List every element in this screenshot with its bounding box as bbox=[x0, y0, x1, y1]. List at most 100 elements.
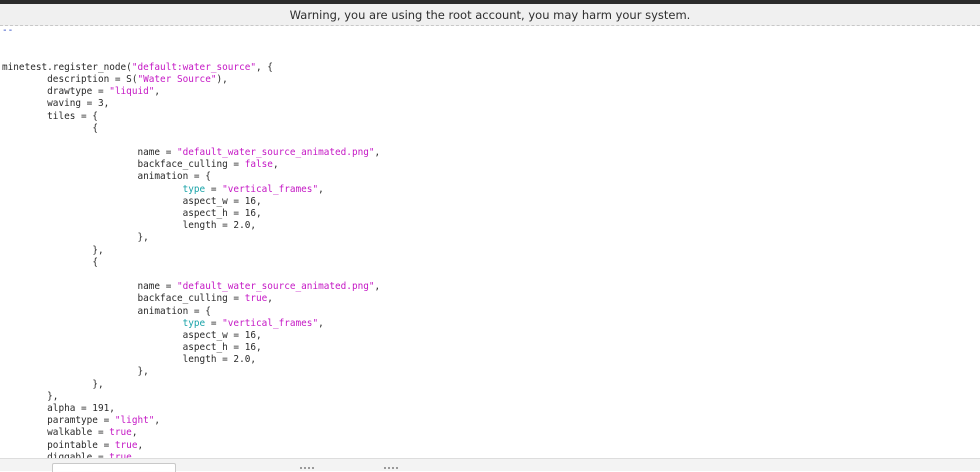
code-line: waving = 3, bbox=[2, 98, 380, 110]
code-line: animation = { bbox=[2, 306, 380, 318]
code-token: , bbox=[154, 415, 161, 427]
code-token: animation = { bbox=[2, 171, 211, 183]
code-token: , bbox=[374, 147, 381, 159]
code-token: "Water Source" bbox=[137, 73, 217, 85]
code-token: false bbox=[244, 159, 273, 171]
code-token: { bbox=[2, 122, 98, 134]
code-line: -- bbox=[2, 26, 380, 37]
code-token: aspect_w = 16, bbox=[2, 329, 262, 341]
code-token: type bbox=[182, 183, 206, 195]
code-token: = bbox=[205, 317, 223, 329]
code-line: { bbox=[2, 257, 380, 269]
code-line: animation = { bbox=[2, 171, 380, 183]
code-line: type = "vertical_frames", bbox=[2, 184, 380, 196]
code-token: walkable = bbox=[2, 427, 110, 439]
code-token: , bbox=[131, 427, 138, 439]
code-token: }, bbox=[2, 232, 149, 244]
code-token: alpha = 191, bbox=[2, 403, 115, 414]
status-field[interactable] bbox=[52, 463, 176, 472]
code-line: length = 2.0, bbox=[2, 354, 380, 366]
code-token: "light" bbox=[114, 415, 155, 427]
code-line: minetest.register_node("default:water_so… bbox=[2, 62, 380, 74]
code-line: type = "vertical_frames", bbox=[2, 318, 380, 330]
code-line: aspect_w = 16, bbox=[2, 330, 380, 342]
code-token: aspect_h = 16, bbox=[2, 208, 262, 219]
code-token: , bbox=[318, 183, 324, 195]
code-token: length = 2.0, bbox=[2, 220, 256, 232]
code-token: "liquid" bbox=[109, 86, 155, 98]
code-token: , bbox=[137, 439, 144, 451]
code-token: drawtype = bbox=[2, 86, 110, 98]
code-token: name = bbox=[2, 281, 177, 293]
code-token: ), bbox=[216, 73, 228, 85]
code-line: }, bbox=[2, 366, 380, 378]
code-token: }, bbox=[2, 244, 104, 256]
code-line: walkable = true, bbox=[2, 427, 380, 439]
code-token: backface_culling = bbox=[2, 293, 245, 305]
code-line: pointable = true, bbox=[2, 440, 380, 452]
code-token: type bbox=[182, 317, 206, 329]
code-line: }, bbox=[2, 379, 380, 391]
code-line: }, bbox=[2, 232, 380, 244]
code-line: }, bbox=[2, 391, 380, 403]
code-token: backface_culling = bbox=[2, 159, 245, 171]
code-token: aspect_h = 16, bbox=[2, 342, 262, 354]
code-editor[interactable]: -- Liquids--minetest.register_node("defa… bbox=[0, 26, 980, 458]
code-token: }, bbox=[2, 390, 59, 402]
code-token: , { bbox=[256, 61, 273, 73]
code-token: { bbox=[2, 256, 98, 268]
code-token: -- bbox=[2, 26, 14, 37]
code-token: , bbox=[267, 293, 273, 305]
code-text-area[interactable]: -- Liquids--minetest.register_node("defa… bbox=[2, 26, 380, 458]
code-line: length = 2.0, bbox=[2, 220, 380, 232]
code-token: paramtype = bbox=[2, 415, 115, 427]
code-token: true bbox=[109, 427, 132, 439]
code-token: , bbox=[154, 86, 161, 98]
code-token: animation = { bbox=[2, 305, 211, 317]
root-warning-text: Warning, you are using the root account,… bbox=[289, 7, 691, 22]
code-line: aspect_w = 16, bbox=[2, 196, 380, 208]
code-line: alpha = 191, bbox=[2, 403, 380, 415]
code-token: name = bbox=[2, 147, 177, 159]
code-token: true bbox=[114, 439, 138, 451]
code-token: "default_water_source_animated.png" bbox=[176, 281, 375, 293]
code-token: length = 2.0, bbox=[2, 354, 256, 366]
code-line: backface_culling = true, bbox=[2, 293, 380, 305]
code-line: paramtype = "light", bbox=[2, 415, 380, 427]
status-grip-icon bbox=[300, 467, 314, 469]
code-token: , bbox=[318, 317, 324, 329]
code-token: pointable = bbox=[2, 439, 115, 451]
code-token: , bbox=[374, 281, 381, 293]
code-line: drawtype = "liquid", bbox=[2, 86, 380, 98]
code-token: description = S( bbox=[2, 73, 138, 85]
code-token: }, bbox=[2, 366, 149, 378]
code-token: "default_water_source_animated.png" bbox=[176, 147, 375, 159]
code-line: description = S("Water Source"), bbox=[2, 74, 380, 86]
code-token: }, bbox=[2, 378, 104, 390]
code-token: tiles = { bbox=[2, 110, 98, 122]
status-bar bbox=[0, 458, 980, 472]
code-token: "default:water_source" bbox=[131, 61, 257, 73]
code-token: "vertical_frames" bbox=[222, 317, 319, 329]
code-line: name = "default_water_source_animated.pn… bbox=[2, 281, 380, 293]
code-line: aspect_h = 16, bbox=[2, 342, 380, 354]
code-token: "vertical_frames" bbox=[222, 183, 319, 195]
code-token: waving = 3, bbox=[2, 98, 110, 110]
code-token: = bbox=[205, 183, 223, 195]
code-line: backface_culling = false, bbox=[2, 159, 380, 171]
code-line: }, bbox=[2, 245, 380, 257]
status-grip-icon bbox=[384, 467, 398, 469]
code-line: tiles = { bbox=[2, 111, 380, 123]
code-line: aspect_h = 16, bbox=[2, 208, 380, 220]
code-token: aspect_w = 16, bbox=[2, 195, 262, 207]
code-token: true bbox=[244, 293, 268, 305]
code-token: , bbox=[272, 159, 279, 171]
code-line: { bbox=[2, 123, 380, 135]
root-warning-bar: Warning, you are using the root account,… bbox=[0, 4, 980, 26]
